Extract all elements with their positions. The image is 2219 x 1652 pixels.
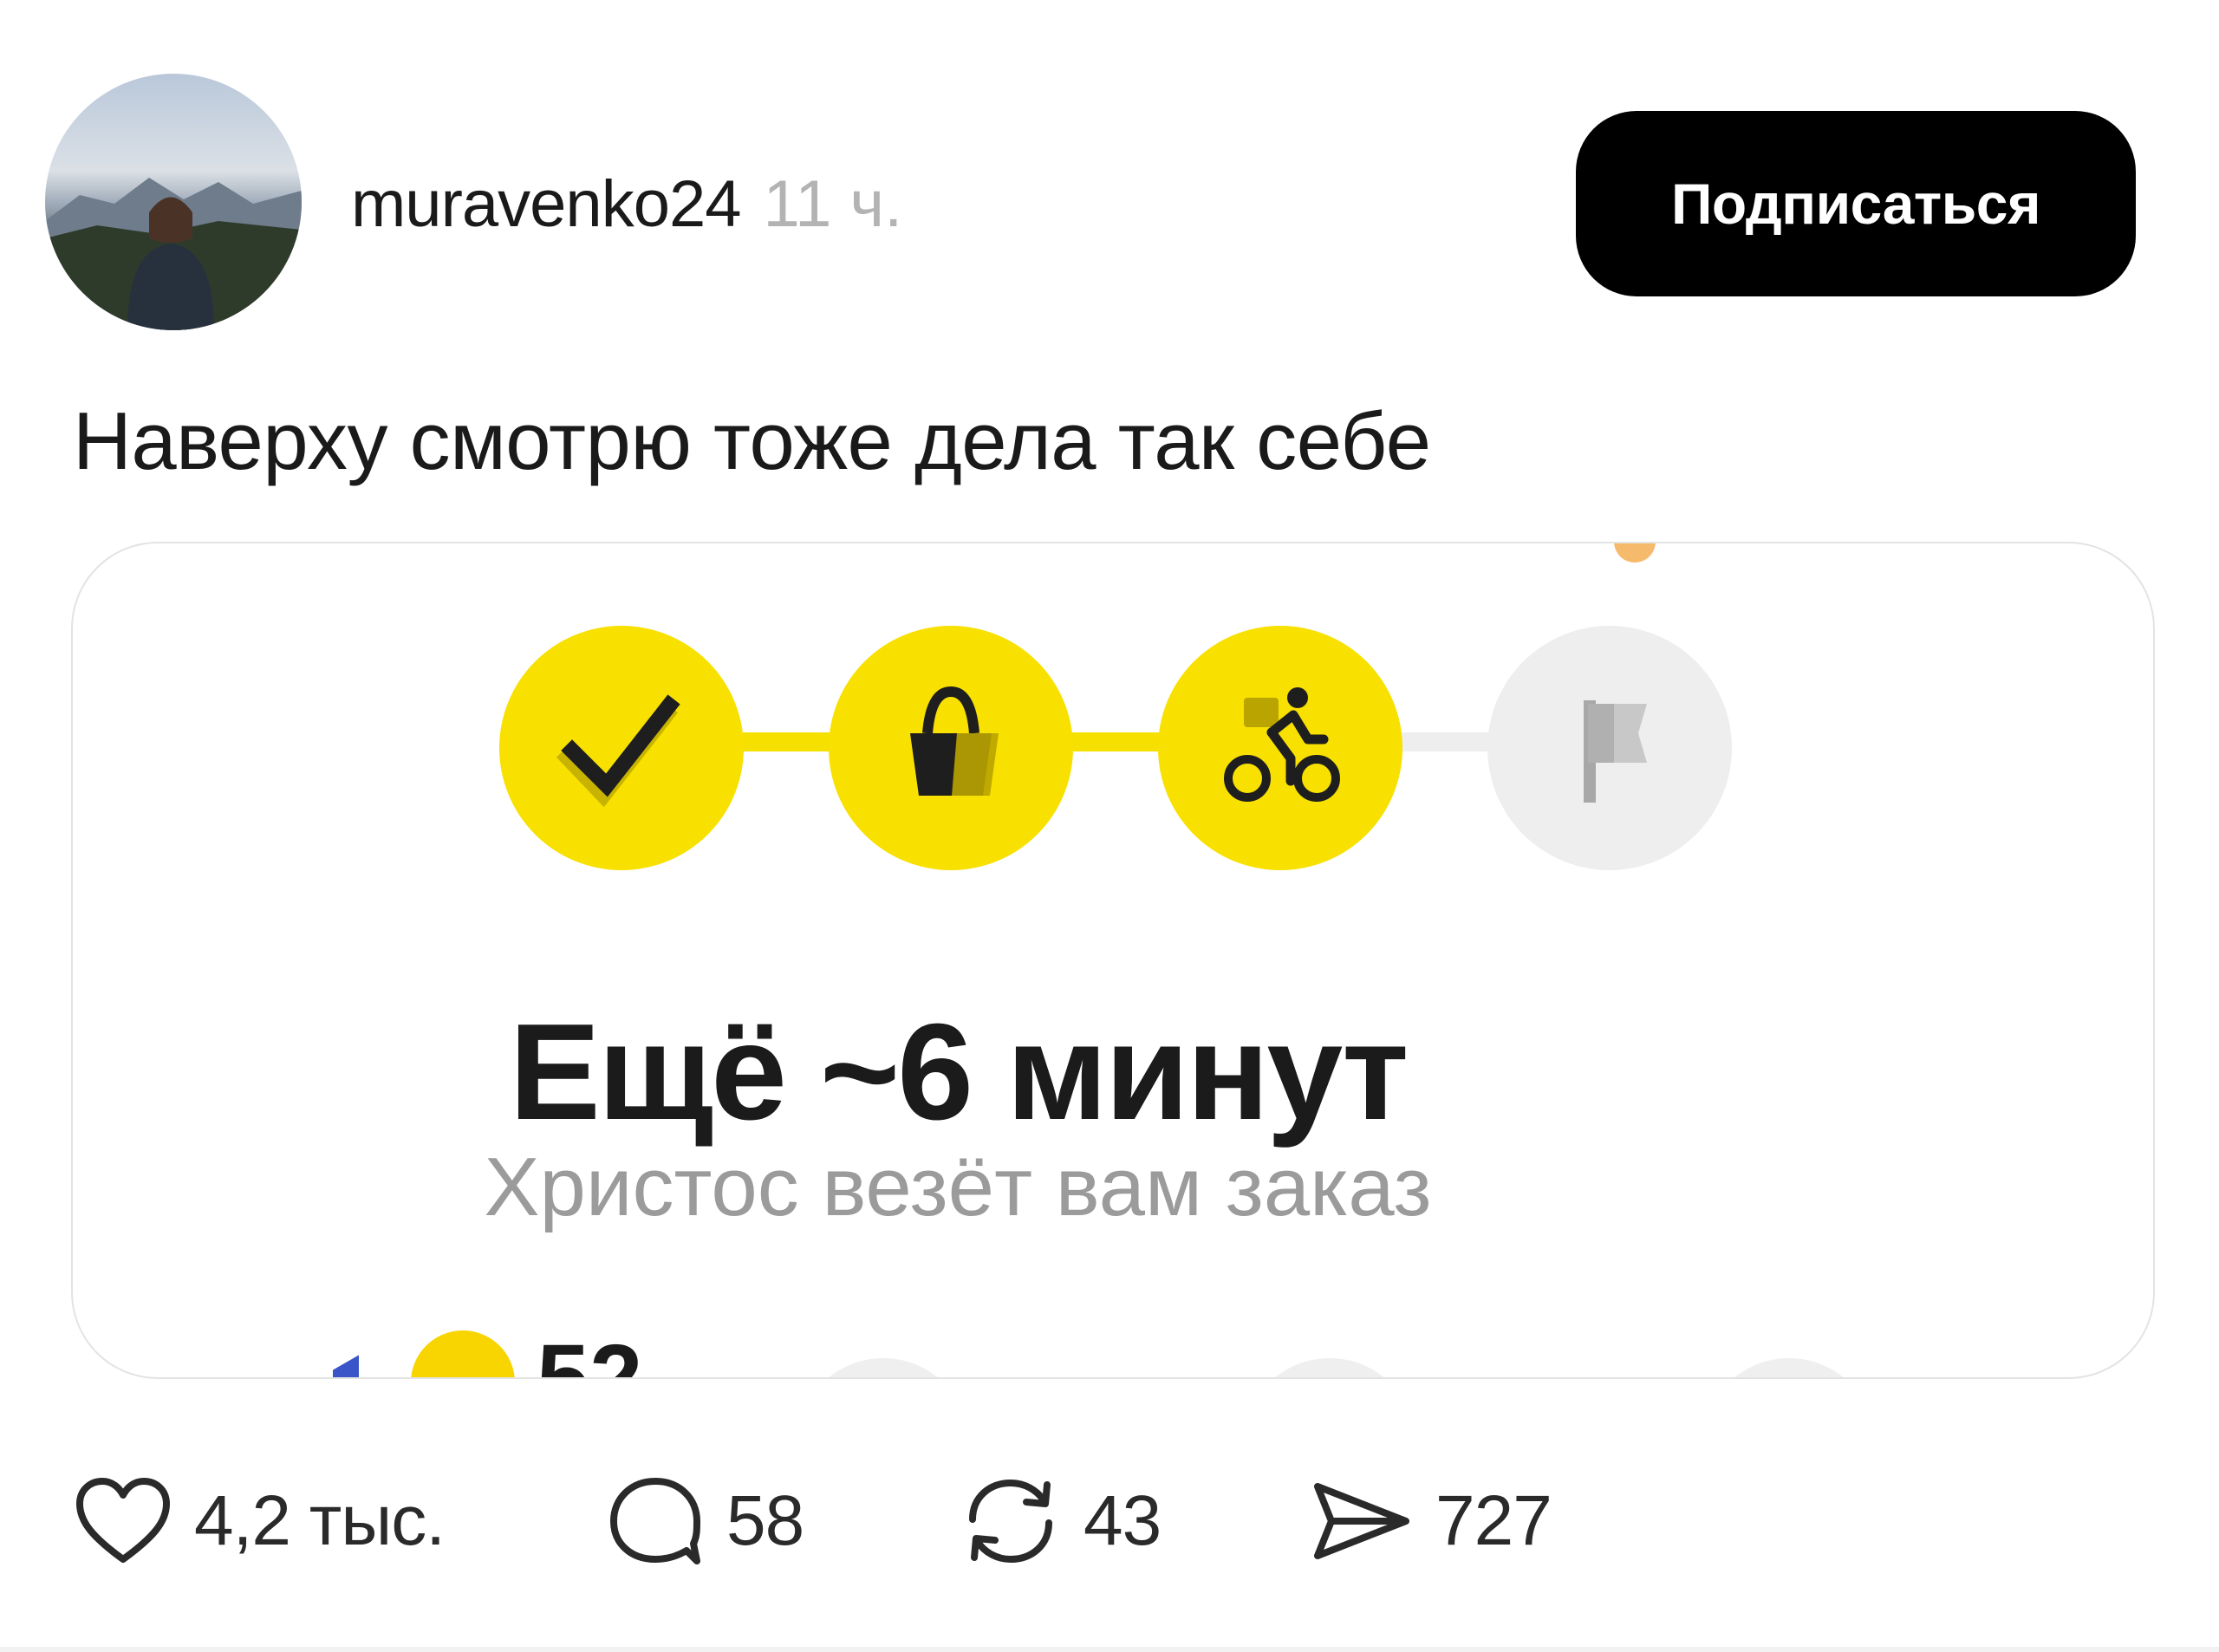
like-count: 4,2 тыс. [194,1481,446,1560]
order-step-arrived [1487,626,1732,870]
shortcut-bubble [1243,1358,1416,1377]
like-button[interactable]: 4,2 тыс. [75,1473,446,1569]
post-actions: 4,2 тыс. 58 43 727 [0,1473,2219,1569]
flag-icon [1584,700,1647,803]
share-button[interactable]: 727 [1309,1473,1552,1569]
bonus-count: 52 [537,1325,643,1379]
eta-title: Ещё ~6 минут [509,996,1409,1148]
post-timestamp: 11 ч. [763,167,903,241]
author-avatar[interactable] [45,74,302,330]
eta-subtitle: Христос везёт вам заказ [484,1141,1432,1233]
author-username[interactable]: muravenko24 [351,166,741,242]
order-step-accepted [499,626,744,870]
repost-count: 43 [1083,1481,1162,1560]
bonus-badge-edge [333,1355,359,1377]
order-step-assembled [829,626,1073,870]
post-meta: muravenko24 11 ч. [351,166,902,244]
post-text: Наверху смотрю тоже дела так себе [73,395,1431,486]
share-count: 727 [1435,1481,1552,1560]
avatar-photo [45,178,302,330]
comment-button[interactable]: 58 [607,1473,804,1569]
send-icon [1314,1483,1409,1559]
heart-icon [76,1478,170,1563]
comment-icon [610,1478,700,1564]
repost-button[interactable]: 43 [960,1473,1162,1569]
repost-icon [969,1479,1052,1564]
post-image-attachment[interactable]: Ещё ~6 минут Христос везёт вам заказ 52 [71,542,2155,1379]
post-divider [0,1647,2219,1652]
bicycle-courier-icon [1224,687,1340,802]
comment-count: 58 [726,1481,804,1560]
shortcut-bubble [797,1358,970,1377]
check-icon [556,694,680,808]
shortcut-bubble [1702,1358,1876,1377]
decorative-dot [1614,543,1656,563]
subscribe-button[interactable]: Подписаться [1576,111,2136,296]
basket-icon [910,686,999,796]
bonus-coin-icon [411,1330,515,1377]
order-step-delivering [1158,626,1402,870]
